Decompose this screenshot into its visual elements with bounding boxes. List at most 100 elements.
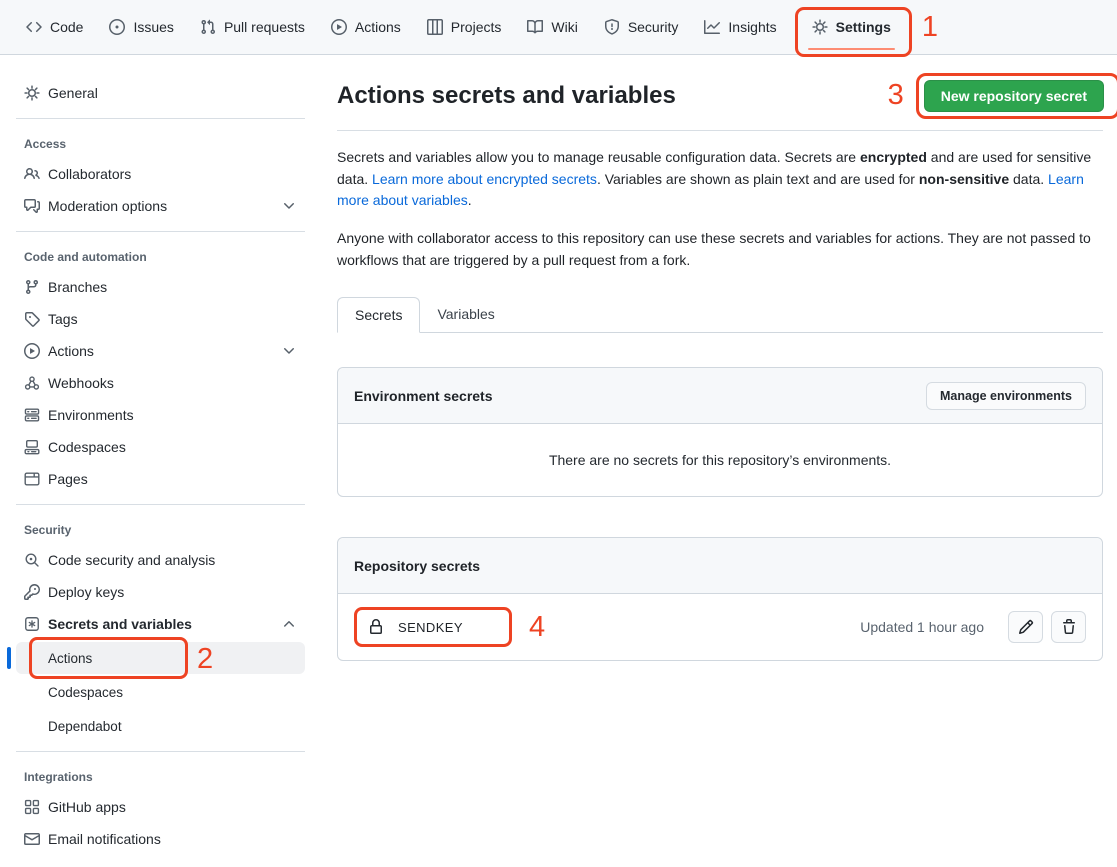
environment-secrets-title: Environment secrets [354, 388, 493, 404]
tab-label: Actions [355, 19, 401, 35]
manage-environments-button[interactable]: Manage environments [926, 382, 1086, 410]
tab-secrets[interactable]: Secrets [337, 297, 420, 333]
sidebar-item-github-apps[interactable]: GitHub apps [16, 791, 305, 823]
sidebar-section-access: Access [16, 128, 305, 158]
sidebar-item-label: Collaborators [48, 166, 131, 182]
key-icon [24, 584, 40, 600]
divider [16, 118, 305, 119]
sidebar-item-label: Secrets and variables [48, 616, 192, 632]
sidebar-item-pages[interactable]: Pages [16, 463, 305, 495]
tab-variables[interactable]: Variables [420, 297, 511, 333]
sidebar-item-environments[interactable]: Environments [16, 399, 305, 431]
sidebar-item-label: Actions [48, 651, 92, 666]
main-content: Actions secrets and variables 3 New repo… [321, 55, 1117, 661]
repository-secrets-title: Repository secrets [354, 558, 480, 574]
sidebar-item-deploy-keys[interactable]: Deploy keys [16, 576, 305, 608]
sidebar-item-label: Pages [48, 471, 88, 487]
sidebar-item-codespaces[interactable]: Codespaces [16, 431, 305, 463]
sidebar-item-code-security[interactable]: Code security and analysis [16, 544, 305, 576]
tab-label: Settings [836, 19, 891, 35]
sidebar-item-label: Branches [48, 279, 107, 295]
chevron-down-icon [281, 343, 297, 359]
tab-label: Security [628, 19, 679, 35]
gear-icon [24, 85, 40, 101]
sidebar-item-webhooks[interactable]: Webhooks [16, 367, 305, 399]
sidebar-item-secrets-dependabot[interactable]: Dependabot [16, 710, 305, 742]
new-repository-secret-button[interactable]: New repository secret [924, 80, 1104, 112]
delete-secret-button[interactable] [1051, 611, 1086, 643]
sidebar-item-label: Dependabot [48, 719, 122, 734]
play-icon [24, 343, 40, 359]
sidebar-item-email-notifications[interactable]: Email notifications [16, 823, 305, 855]
repository-secrets-panel: Repository secrets SENDKEY 4 Updated 1 h… [337, 537, 1103, 661]
tab-wiki[interactable]: Wiki [519, 15, 585, 39]
sidebar-item-label: Email notifications [48, 831, 161, 847]
sidebar-item-secrets-and-variables[interactable]: Secrets and variables [16, 608, 305, 640]
tab-settings[interactable]: Settings [804, 15, 899, 39]
text-bold: encrypted [860, 149, 927, 165]
annotation-box-4: SENDKEY [354, 607, 512, 647]
divider [16, 231, 305, 232]
sidebar-item-collaborators[interactable]: Collaborators [16, 158, 305, 190]
link-encrypted-secrets[interactable]: Learn more about encrypted secrets [372, 171, 597, 187]
sidebar-item-moderation-options[interactable]: Moderation options [16, 190, 305, 222]
tab-security[interactable]: Security [596, 15, 687, 39]
sidebar-item-general[interactable]: General [16, 77, 305, 109]
comment-discussion-icon [24, 198, 40, 214]
browser-icon [24, 471, 40, 487]
sidebar-item-branches[interactable]: Branches [16, 271, 305, 303]
people-icon [24, 166, 40, 182]
sidebar-item-label: Webhooks [48, 375, 114, 391]
gear-icon [812, 19, 828, 35]
chevron-up-icon [281, 616, 297, 632]
annotation-box-1: Settings [795, 7, 912, 57]
sidebar-item-secrets-actions[interactable]: Actions 2 [16, 642, 305, 674]
code-icon [26, 19, 42, 35]
tag-icon [24, 311, 40, 327]
sidebar-item-label: Codespaces [48, 685, 123, 700]
tab-projects[interactable]: Projects [419, 15, 510, 39]
text: . Variables are shown as plain text and … [597, 171, 919, 187]
annotation-number-2: 2 [197, 645, 213, 674]
play-icon [331, 19, 347, 35]
sidebar-item-label: Moderation options [48, 198, 167, 214]
sidebar-item-secrets-codespaces[interactable]: Codespaces [16, 676, 305, 708]
tab-actions[interactable]: Actions [323, 15, 409, 39]
divider [16, 504, 305, 505]
trash-icon [1061, 619, 1077, 635]
apps-icon [24, 799, 40, 815]
sidebar-item-tags[interactable]: Tags [16, 303, 305, 335]
server-icon [24, 407, 40, 423]
tab-issues[interactable]: Issues [101, 15, 181, 39]
tab-code[interactable]: Code [18, 15, 91, 39]
shield-icon [604, 19, 620, 35]
sidebar-item-actions[interactable]: Actions [16, 335, 305, 367]
repo-tab-bar: Code Issues Pull requests Actions Projec… [0, 0, 1117, 55]
book-icon [527, 19, 543, 35]
page-title: Actions secrets and variables [337, 82, 676, 110]
tab-insights[interactable]: Insights [696, 15, 784, 39]
tab-label: Insights [728, 19, 776, 35]
tab-pull-requests[interactable]: Pull requests [192, 15, 313, 39]
text-bold: non-sensitive [919, 171, 1009, 187]
codespaces-icon [24, 439, 40, 455]
secrets-variables-tablist: Secrets Variables [337, 297, 1103, 333]
annotation-box-3: New repository secret [916, 73, 1117, 119]
pencil-icon [1018, 619, 1034, 635]
text: . [468, 192, 472, 208]
tab-label: Issues [133, 19, 173, 35]
table-icon [427, 19, 443, 35]
sidebar-item-label: Deploy keys [48, 584, 124, 600]
sidebar-item-label: General [48, 85, 98, 101]
sidebar-section-code-automation: Code and automation [16, 241, 305, 271]
sidebar-item-label: Environments [48, 407, 134, 423]
description-paragraph-1: Secrets and variables allow you to manag… [337, 147, 1103, 212]
divider [16, 751, 305, 752]
sidebar-item-label: Tags [48, 311, 78, 327]
text: Secrets and variables allow you to manag… [337, 149, 860, 165]
sidebar-section-security: Security [16, 514, 305, 544]
edit-secret-button[interactable] [1008, 611, 1043, 643]
settings-sidebar: General Access Collaborators Moderation … [0, 55, 321, 855]
git-pull-request-icon [200, 19, 216, 35]
table-row: SENDKEY 4 Updated 1 hour ago [338, 594, 1102, 660]
